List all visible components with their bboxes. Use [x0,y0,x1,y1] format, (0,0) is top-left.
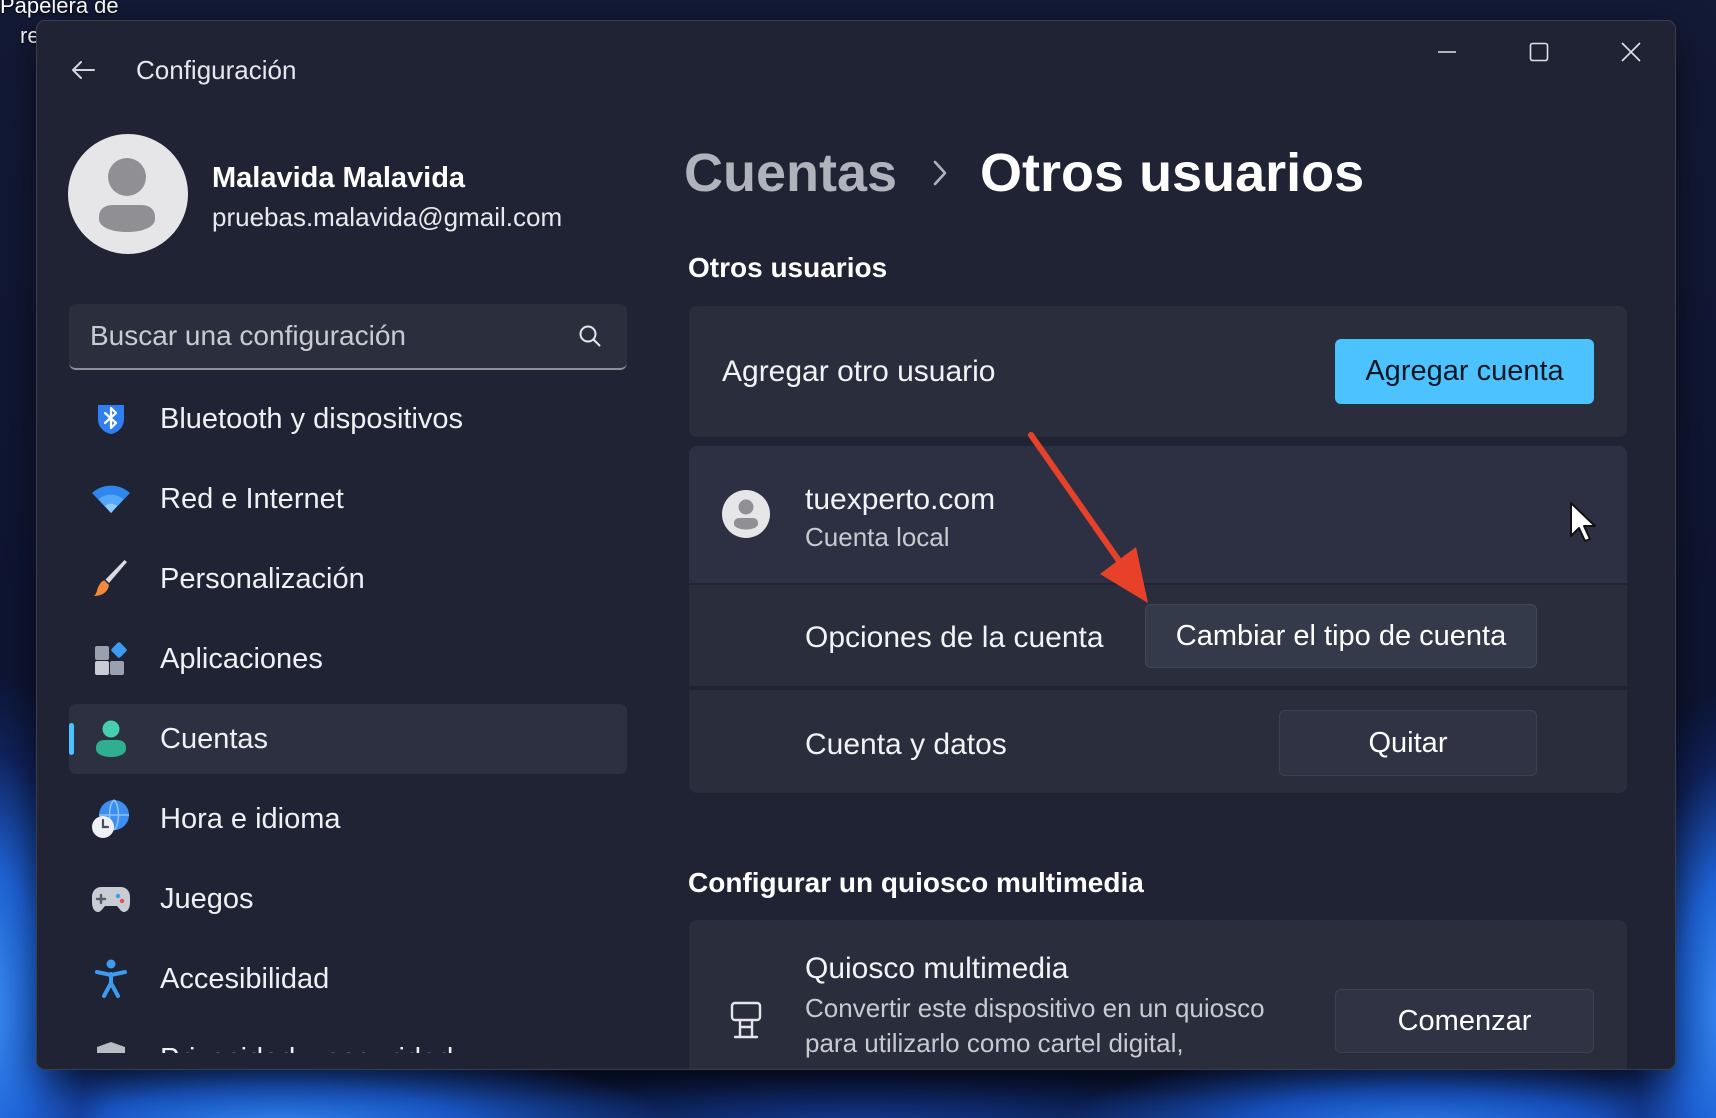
sidebar-item-label: Red e Internet [160,483,344,515]
sidebar-item-apps[interactable]: Aplicaciones [69,624,627,694]
section-heading-kiosk: Configurar un quiosco multimedia [688,867,1144,898]
sidebar-item-network[interactable]: Red e Internet [69,464,627,534]
sidebar-item-personalization[interactable]: Personalización [69,544,627,614]
globe-clock-icon [91,799,131,839]
sidebar-nav: Bluetooth y dispositivos Red e Internet … [69,405,627,1053]
close-button[interactable] [1585,21,1675,83]
add-user-label: Agregar otro usuario [722,355,996,388]
remove-button[interactable]: Quitar [1279,710,1537,776]
user-name: tuexperto.com [805,483,996,516]
change-account-type-button[interactable]: Cambiar el tipo de cuenta [1145,604,1537,668]
profile-name: Malavida Malavida [212,162,466,194]
add-user-card: Agregar otro usuario Agregar cuenta [689,306,1627,437]
gamepad-icon [91,879,131,919]
sidebar-item-label: Personalización [160,563,365,595]
user-avatar-icon [722,490,770,538]
user-expander-header[interactable]: tuexperto.com Cuenta local [689,446,1627,583]
profile-email: pruebas.malavida@gmail.com [212,202,563,232]
user-avatar-icon[interactable] [68,134,188,254]
account-data-label: Cuenta y datos [805,728,1007,761]
bluetooth-icon [91,405,131,439]
sidebar-item-accessibility[interactable]: Accesibilidad [69,944,627,1014]
paintbrush-icon [91,559,131,599]
accessibility-icon [91,959,131,999]
maximize-icon [1529,42,1549,62]
sidebar-item-bluetooth[interactable]: Bluetooth y dispositivos [69,405,627,454]
section-heading-other-users: Otros usuarios [688,252,888,283]
account-options-row: Opciones de la cuenta Cambiar el tipo de… [689,585,1627,686]
apps-icon [91,639,131,679]
desktop-icon-label: Papelera de [0,0,119,18]
minimize-icon [1438,51,1456,53]
sidebar-item-label: Privacidad y seguridad [160,1024,453,1053]
account-data-row: Cuenta y datos Quitar [689,690,1627,793]
person-icon [91,719,131,759]
start-kiosk-button[interactable]: Comenzar [1335,989,1594,1053]
kiosk-card: Quiosco multimedia Convertir este dispos… [689,920,1627,1069]
kiosk-title: Quiosco multimedia [805,952,1069,985]
search-box[interactable] [69,304,627,370]
page-title: Otros usuarios [980,143,1365,203]
account-options-label: Opciones de la cuenta [805,621,1104,654]
sidebar-item-label: Cuentas [160,723,269,755]
back-arrow-icon [72,61,95,79]
maximize-button[interactable] [1493,21,1585,83]
kiosk-description: para utilizarlo como cartel digital, [805,1028,1184,1058]
sidebar-item-time-language[interactable]: Hora e idioma [69,784,627,854]
sidebar-item-accounts[interactable]: Cuentas [69,704,627,774]
close-icon [1621,42,1641,62]
search-input[interactable] [69,304,559,368]
kiosk-icon [730,1001,762,1039]
back-button[interactable] [55,42,111,98]
breadcrumb-parent[interactable]: Cuentas [684,142,897,204]
kiosk-description: Convertir este dispositivo en un quiosco [805,993,1265,1023]
wifi-icon [91,479,131,519]
sidebar-item-gaming[interactable]: Juegos [69,864,627,934]
settings-window: Configuración Malavida Malavida pruebas.… [36,20,1676,1070]
sidebar-item-privacy[interactable]: Privacidad y seguridad [69,1024,627,1053]
user-account-type: Cuenta local [805,522,950,552]
sidebar-item-label: Juegos [160,883,254,915]
window-title: Configuración [136,55,297,85]
sidebar-item-label: Aplicaciones [160,643,323,675]
shield-icon [91,1039,131,1053]
search-icon[interactable] [577,323,603,349]
minimize-button[interactable] [1401,21,1493,83]
sidebar-item-label: Hora e idioma [160,803,341,835]
breadcrumb: Cuentas Otros usuarios [684,139,1364,207]
sidebar-item-label: Accesibilidad [160,963,330,995]
add-account-button[interactable]: Agregar cuenta [1335,339,1594,404]
sidebar-item-label: Bluetooth y dispositivos [160,405,464,435]
chevron-right-icon [932,159,948,187]
